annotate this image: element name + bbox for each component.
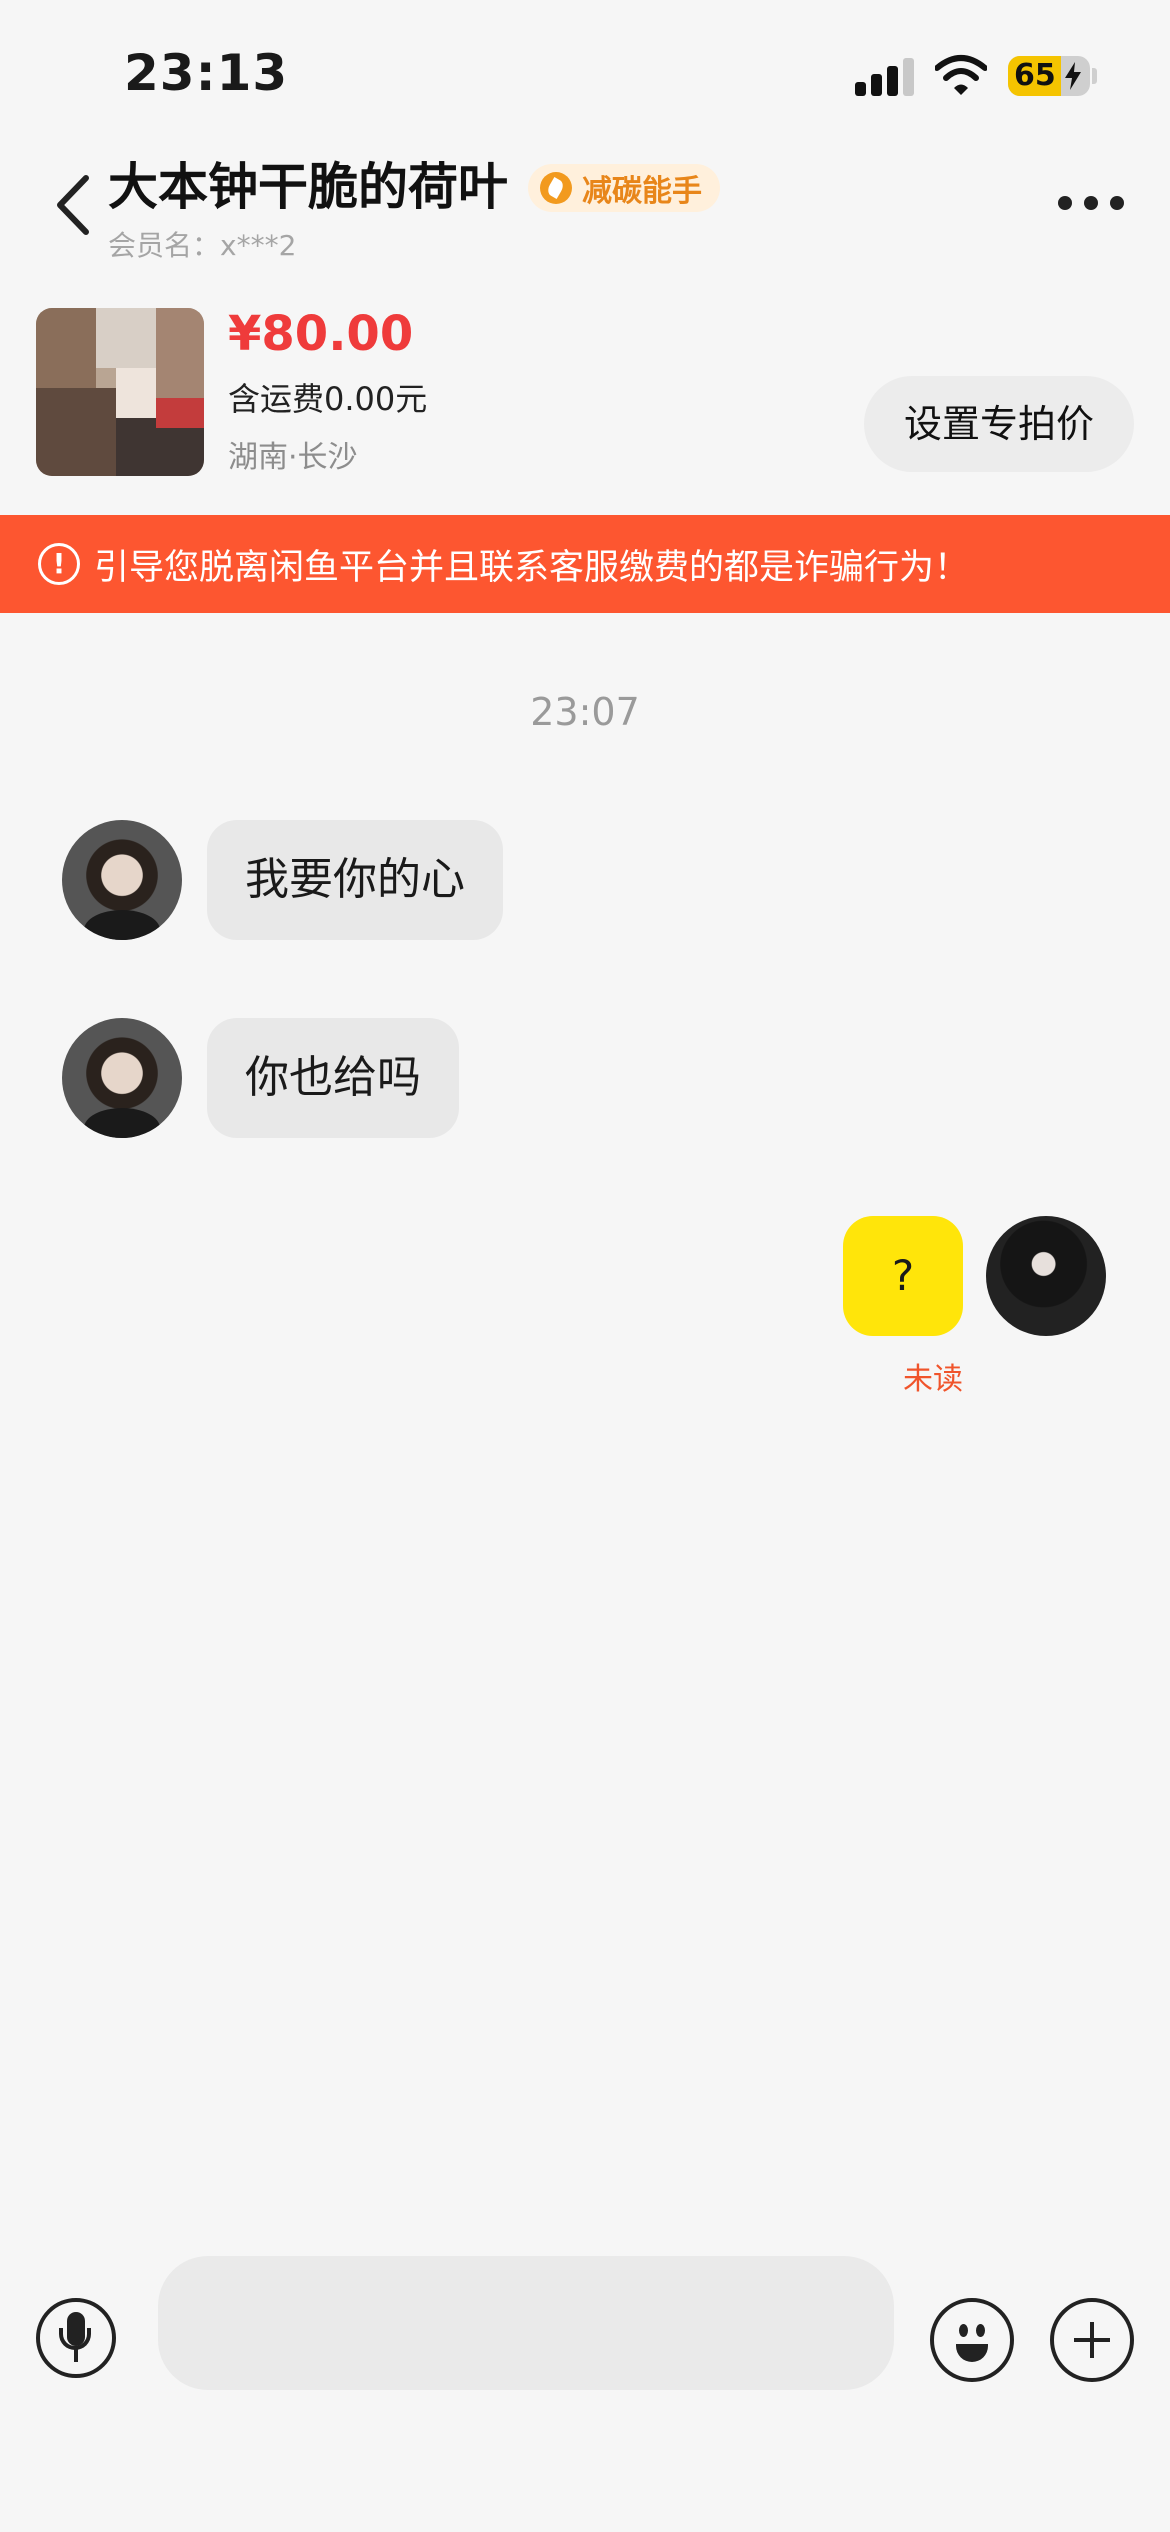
contact-avatar[interactable] [62,820,182,940]
back-button[interactable] [48,170,98,240]
microphone-stem [74,2348,78,2362]
self-avatar[interactable] [986,1216,1106,1336]
battery-cap [1092,68,1097,84]
warning-text: 引导您脱离闲鱼平台并且联系客服缴费的都是诈骗行为！ [94,547,970,588]
charging-bolt-icon [1065,62,1081,90]
member-name: 会员名：x***2 [108,229,297,262]
fraud-warning-banner: ! 引导您脱离闲鱼平台并且联系客服缴费的都是诈骗行为！ [0,515,1170,613]
battery-icon: 65 [1008,56,1090,96]
contact-avatar[interactable] [62,1018,182,1138]
eco-badge[interactable]: 减碳能手 [528,164,720,212]
emoji-mouth [956,2344,988,2362]
self-message-bubble[interactable]: ? [843,1216,963,1336]
unread-status: 未读 [903,1362,963,1397]
status-time: 23:13 [124,44,289,102]
emoji-eye [959,2324,968,2337]
message-bubble[interactable]: 我要你的心 [207,820,503,940]
microphone-icon[interactable] [36,2298,116,2378]
product-thumbnail[interactable] [36,308,204,476]
emoji-icon[interactable] [930,2298,1014,2382]
shipping-info: 含运费0.00元 [228,380,428,418]
message-input[interactable] [158,2256,894,2390]
leaf-icon [540,172,572,204]
plus-circle-icon[interactable] [1050,2298,1134,2382]
battery-level: 65 [1014,58,1056,93]
set-special-price-button[interactable]: 设置专拍价 [864,376,1134,472]
emoji-eye [976,2324,985,2337]
alert-circle-icon: ! [38,543,80,585]
signal-icon [855,58,915,96]
product-location: 湖南·长沙 [228,440,358,475]
more-dots-icon[interactable] [1058,196,1124,216]
message-bubble[interactable]: 你也给吗 [207,1018,459,1138]
product-price: ¥80.00 [228,306,414,362]
dot [1084,196,1098,210]
dot [1058,196,1072,210]
dot [1110,196,1124,210]
contact-name[interactable]: 大本钟干脆的荷叶 [108,156,508,218]
chat-timestamp: 23:07 [530,690,640,734]
wifi-icon [935,55,987,95]
badge-label: 减碳能手 [582,174,702,209]
